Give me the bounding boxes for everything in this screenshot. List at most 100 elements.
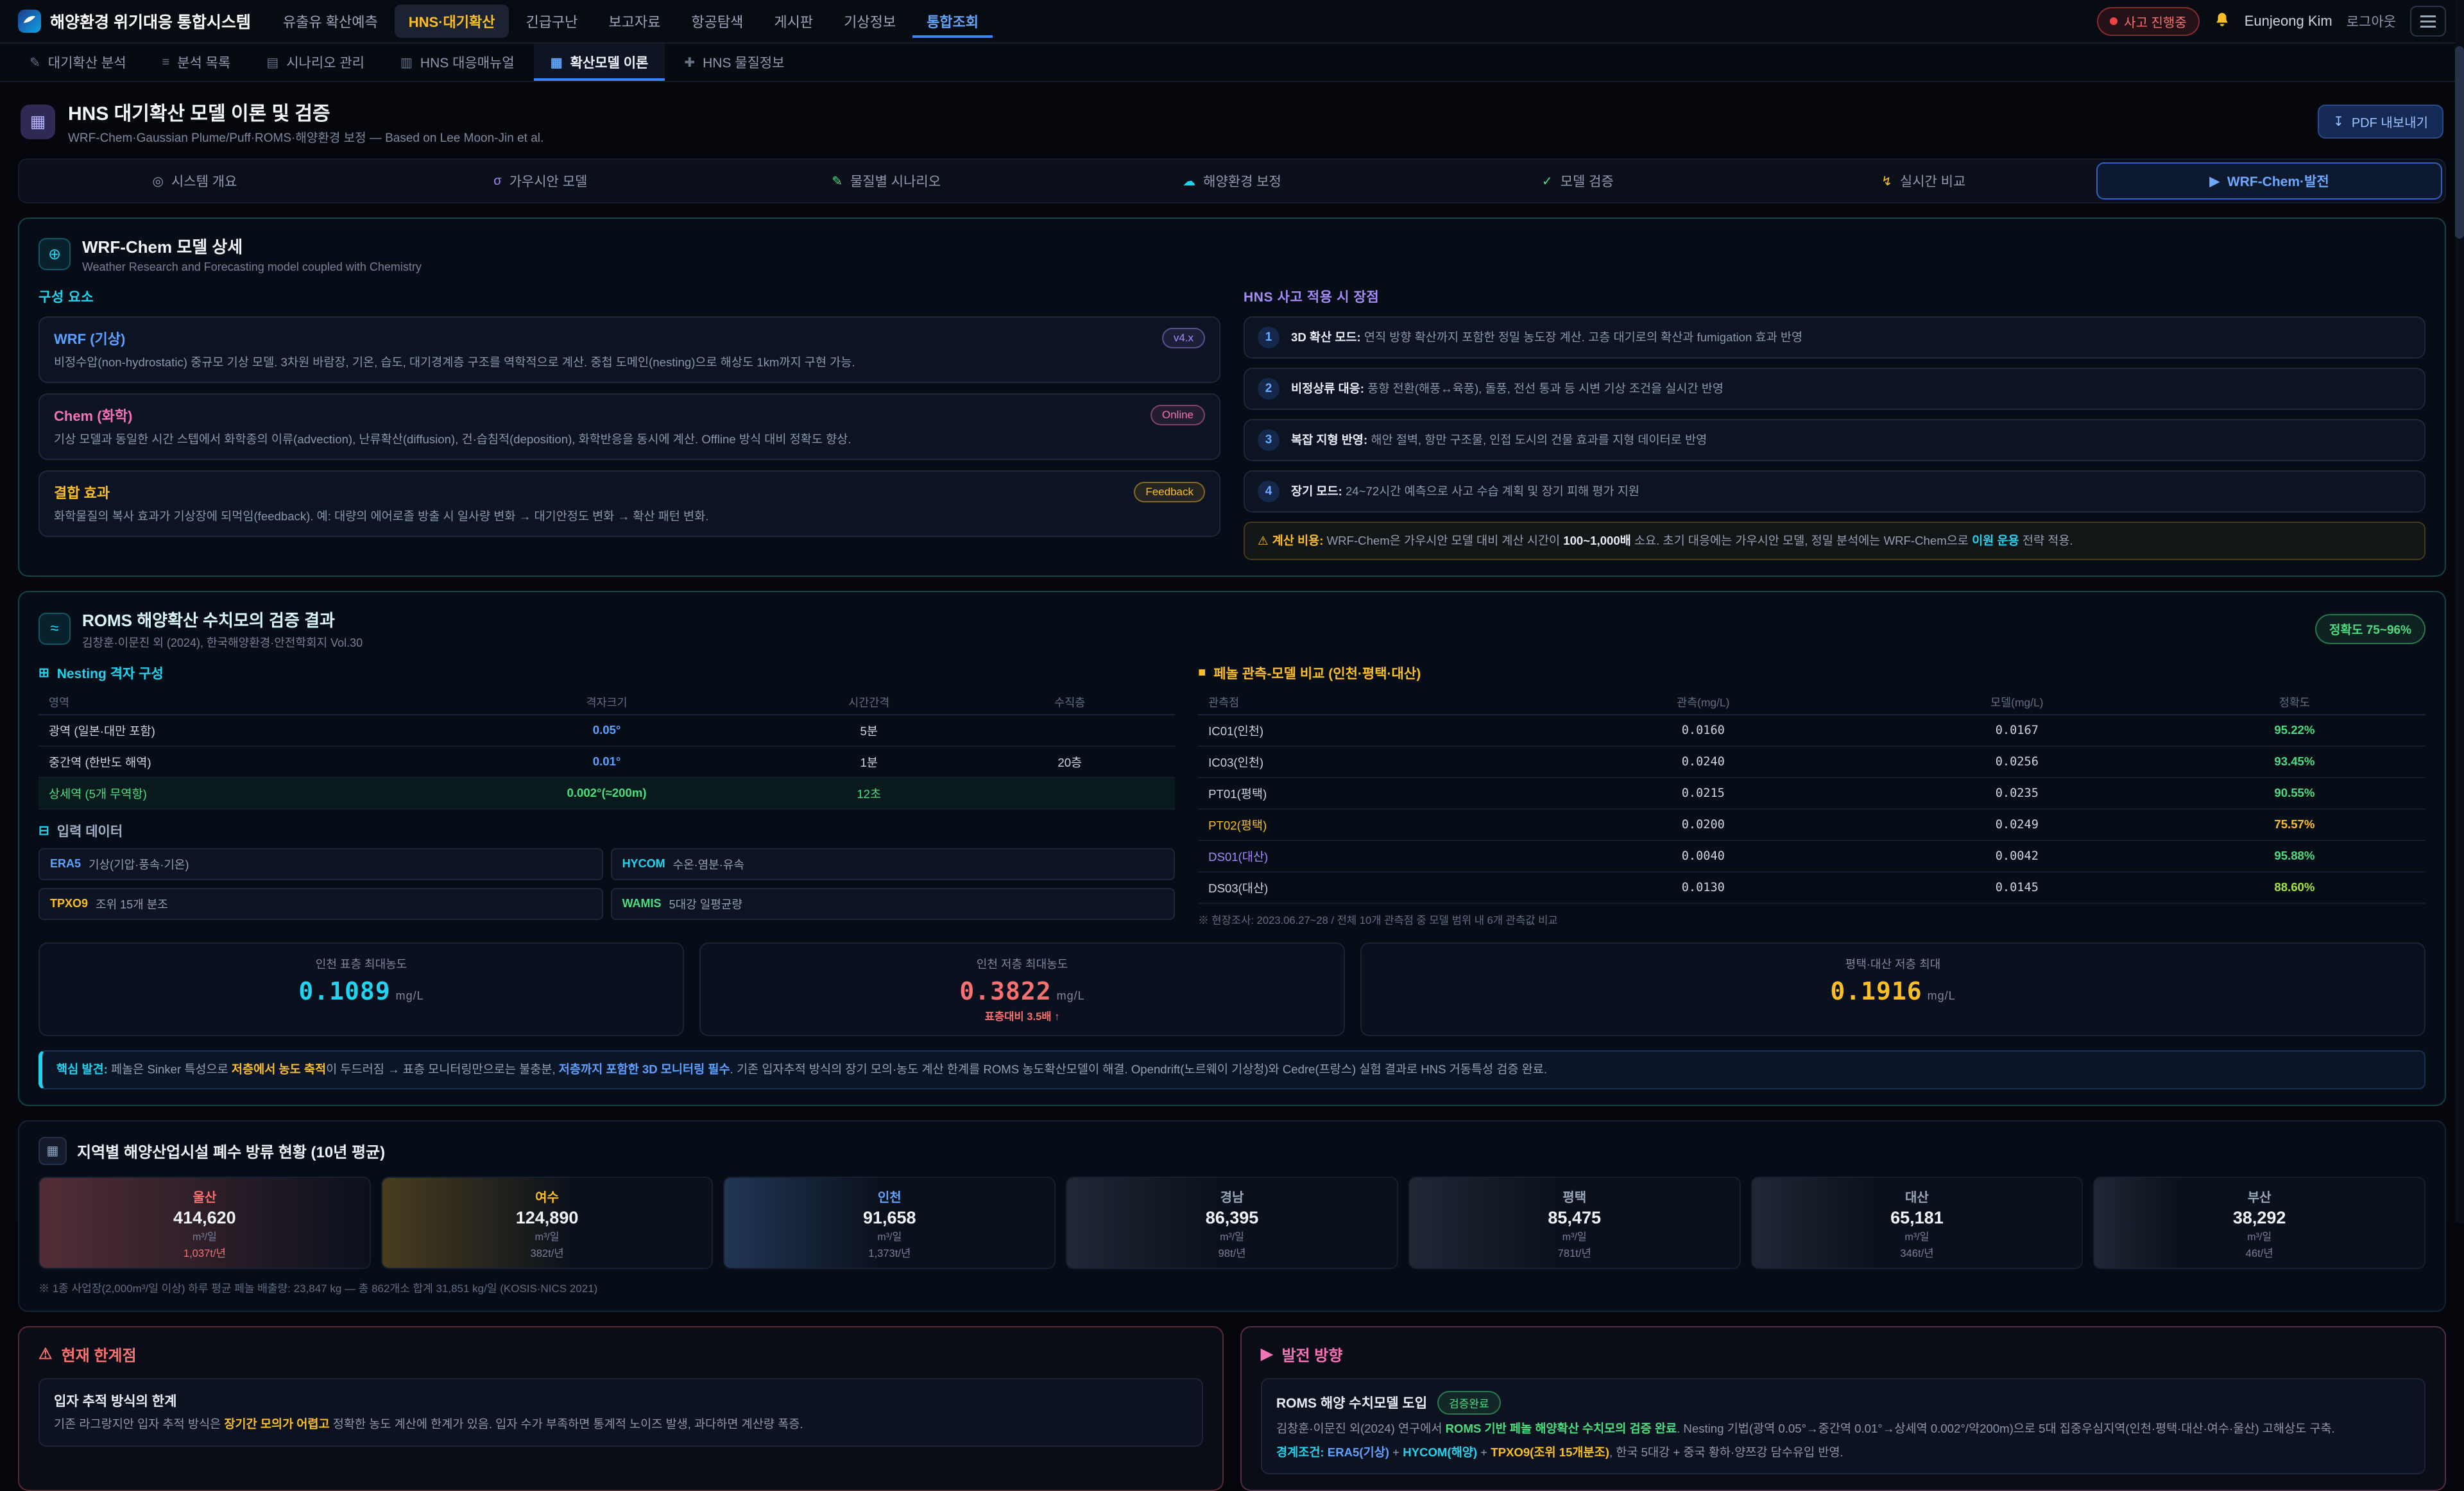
- menu-item-integrated-search[interactable]: 통합조회: [912, 4, 993, 38]
- pdf-export-button[interactable]: ↧ PDF 내보내기: [2318, 105, 2443, 139]
- globe-icon: ⊕: [38, 238, 71, 270]
- folder-icon: ▤: [266, 55, 278, 71]
- subnav-label: 분석 목록: [177, 53, 230, 72]
- warning-icon: ⚠: [38, 1345, 53, 1363]
- obs-model-column: ■ 페놀 관측-모델 비교 (인천·평택·대산) 관측점 관측(mg/L) 모델…: [1198, 663, 2426, 927]
- roms-validation-card: ≈ ROMS 해양확산 수치모의 검증 결과 김창훈·이문진 외 (2024),…: [18, 591, 2446, 1106]
- subnav-hns-substance[interactable]: ✚ HNS 물질정보: [667, 44, 801, 81]
- region-incheon: 인천 91,658 m³/일 1,373t/년: [723, 1177, 1056, 1269]
- subnav-atmo-analysis[interactable]: ✎ 대기확산 분석: [13, 44, 143, 81]
- tab-realtime-compare[interactable]: ↯ 실시간 비교: [1750, 162, 2096, 200]
- nesting-table-header: 영역 격자크기 시간간격 수직층: [38, 690, 1175, 715]
- tab-wrfchem-future[interactable]: ▶ WRF-Chem·발전: [2096, 162, 2442, 200]
- subnav-model-theory[interactable]: ▦ 확산모델 이론: [534, 44, 665, 81]
- input-hycom: HYCOM 수온·염분·유속: [611, 848, 1176, 880]
- component-wrf: WRF (기상) v4.x 비정수압(non-hydrostatic) 중규모 …: [38, 316, 1220, 383]
- tab-label: 해양환경 보정: [1203, 171, 1281, 191]
- menu-item-weather[interactable]: 기상정보: [830, 4, 910, 38]
- component-desc: 비정수압(non-hydrostatic) 중규모 기상 모델. 3차원 바람장…: [54, 354, 1205, 371]
- wrf-advantages-column: HNS 사고 적용 시 장점 1 3D 확산 모드: 연직 방향 확산까지 포함…: [1244, 287, 2426, 560]
- gaussian-icon: σ: [493, 174, 501, 189]
- tab-label: WRF-Chem·발전: [2227, 171, 2329, 191]
- advantage-number: 4: [1258, 481, 1279, 502]
- chart-icon: ▦: [551, 55, 563, 71]
- page-title: HNS 대기확산 모델 이론 및 검증: [68, 98, 543, 126]
- component-coupling: 결합 효과 Feedback 화학물질의 복사 효과가 기상장에 되먹임(fee…: [38, 470, 1220, 537]
- subnav-analysis-list[interactable]: ≡ 분석 목록: [146, 44, 248, 81]
- obs-row: DS01(대산) 0.0040 0.0042 95.88%: [1198, 841, 2426, 873]
- advantage-item: 2 비정상류 대응: 풍향 전환(해풍↔육풍), 돌풍, 전선 통과 등 시변 …: [1244, 368, 2426, 410]
- cloud-icon: ☁: [1183, 173, 1195, 189]
- tab-system-overview[interactable]: ◎ 시스템 개요: [22, 162, 368, 200]
- menu-item-reports[interactable]: 보고자료: [594, 4, 674, 38]
- bullet-icon: ■: [1198, 665, 1206, 680]
- main-content: ▦ HNS 대기확산 모델 이론 및 검증 WRF-Chem·Gaussian …: [0, 82, 2464, 1491]
- rocket-icon: ▶: [1261, 1345, 1272, 1363]
- region-ulsan: 울산 414,620 m³/일 1,037t/년: [38, 1177, 371, 1269]
- tab-marine-correction[interactable]: ☁ 해양환경 보정: [1059, 162, 1405, 200]
- input-data-grid: ERA5 기상(기압·풍속·기온) HYCOM 수온·염분·유속 TPXO9 조…: [38, 848, 1175, 920]
- subnav-label: HNS 대응매뉴얼: [420, 53, 515, 72]
- notification-bell-icon[interactable]: [2214, 10, 2230, 33]
- subnav-scenario-mgmt[interactable]: ▤ 시나리오 관리: [250, 44, 381, 81]
- advantage-text: 연직 방향 확산까지 포함한 정밀 농도장 계산. 고층 대기로의 확산과 fu…: [1361, 330, 1802, 344]
- input-tpxo9: TPXO9 조위 15개 분조: [38, 888, 603, 920]
- nesting-row: 중간역 (한반도 해역) 0.01° 1분 20층: [38, 747, 1175, 778]
- scrollbar-track[interactable]: [2455, 0, 2464, 1223]
- advantage-item: 4 장기 모드: 24~72시간 예측으로 사고 수습 계획 및 장기 피해 평…: [1244, 470, 2426, 513]
- metric-comparison: 표층대비 3.5배 ↑: [712, 1008, 1332, 1023]
- obs-row: IC03(인천) 0.0240 0.0256 93.45%: [1198, 747, 2426, 778]
- roms-header: ≈ ROMS 해양확산 수치모의 검증 결과 김창훈·이문진 외 (2024),…: [38, 608, 2426, 651]
- future-direction-card: ▶ 발전 방향 ROMS 해양 수치모델 도입 검증완료 김창훈·이문진 외(2…: [1240, 1326, 2446, 1491]
- particle-tracking-limit: 입자 추적 방식의 한계 기존 라그랑지안 입자 추적 방식은 장기간 모의가 …: [38, 1378, 1203, 1447]
- brand: 해양환경 위기대응 통합시스템: [18, 10, 251, 33]
- system-icon: ◎: [152, 173, 163, 189]
- tab-label: 모델 검증: [1561, 171, 1614, 191]
- compute-cost-warning: ⚠계산 비용: WRF-Chem은 가우시안 모델 대비 계산 시간이 100~…: [1244, 522, 2426, 560]
- menu-toggle-icon[interactable]: [2410, 6, 2446, 37]
- obs-table-header: 관측점 관측(mg/L) 모델(mg/L) 정확도: [1198, 690, 2426, 715]
- main-menu: 유출유 확산예측 HNS·대기확산 긴급구난 보고자료 항공탐색 게시판 기상정…: [269, 4, 993, 38]
- user-name[interactable]: Eunjeong Kim: [2245, 13, 2332, 30]
- regional-title: 지역별 해양산업시설 폐수 방류 현황 (10년 평균): [77, 1139, 385, 1162]
- menu-item-aerial-search[interactable]: 항공탐색: [677, 4, 757, 38]
- component-name: Chem (화학): [54, 405, 132, 425]
- tab-gaussian-model[interactable]: σ 가우시안 모델: [368, 162, 714, 200]
- warning-label: 계산 비용:: [1272, 534, 1324, 547]
- book-icon: ▥: [400, 55, 413, 71]
- key-finding-note: 핵심 발견: 페놀은 Sinker 특성으로 저층에서 농도 축적이 두드러짐 …: [38, 1050, 2426, 1089]
- sub-navbar: ✎ 대기확산 분석 ≡ 분석 목록 ▤ 시나리오 관리 ▥ HNS 대응매뉴얼 …: [0, 44, 2464, 82]
- subnav-hns-manual[interactable]: ▥ HNS 대응매뉴얼: [384, 44, 531, 81]
- scrollbar-thumb[interactable]: [2455, 46, 2464, 239]
- tab-model-validation[interactable]: ✓ 모델 검증: [1405, 162, 1750, 200]
- page-subtitle: WRF-Chem·Gaussian Plume/Puff·ROMS·해양환경 보…: [68, 128, 543, 146]
- wrfchem-header: ⊕ WRF-Chem 모델 상세 Weather Research and Fo…: [38, 234, 2426, 274]
- obs-note: ※ 현장조사: 2023.06.27~28 / 전체 10개 관측점 중 모델 …: [1198, 912, 2426, 927]
- menu-item-oil-spill[interactable]: 유출유 확산예측: [269, 4, 392, 38]
- obs-title: 페놀 관측-모델 비교 (인천·평택·대산): [1213, 663, 1421, 683]
- warning-icon: ⚠: [1258, 534, 1269, 547]
- advantage-item: 3 복잡 지형 반영: 해안 절벽, 항만 구조물, 인접 도시의 건물 효과를…: [1244, 419, 2426, 461]
- download-icon: ↧: [2333, 114, 2344, 130]
- tab-label: 실시간 비교: [1900, 171, 1965, 191]
- input-wamis: WAMIS 5대강 일평균량: [611, 888, 1176, 920]
- advantage-number: 3: [1258, 429, 1279, 451]
- components-title: 구성 요소: [38, 287, 1220, 306]
- logout-button[interactable]: 로그아웃: [2347, 12, 2396, 31]
- incident-status-badge[interactable]: 사고 진행중: [2097, 7, 2200, 36]
- advantage-number: 2: [1258, 378, 1279, 400]
- menu-item-board[interactable]: 게시판: [760, 4, 827, 38]
- menu-item-hns-atmo[interactable]: HNS·대기확산: [395, 4, 509, 38]
- tab-substance-scenario[interactable]: ✎ 물질별 시나리오: [714, 162, 1059, 200]
- warning-text: 소요. 초기 대응에는 가우시안 모델, 정밀 분석에는 WRF-Chem으로: [1631, 534, 1972, 547]
- bottom-section: ⚠ 현재 한계점 입자 추적 방식의 한계 기존 라그랑지안 입자 추적 방식은…: [18, 1326, 2446, 1491]
- region-busan: 부산 38,292 m³/일 46t/년: [2093, 1177, 2426, 1269]
- tab-label: 시스템 개요: [171, 171, 237, 191]
- warning-accent: 이원 운용: [1972, 534, 2019, 547]
- pdf-export-label: PDF 내보내기: [2352, 112, 2428, 131]
- menu-item-rescue[interactable]: 긴급구난: [511, 4, 592, 38]
- content-tabs: ◎ 시스템 개요 σ 가우시안 모델 ✎ 물질별 시나리오 ☁ 해양환경 보정 …: [18, 158, 2446, 203]
- obs-row: PT02(평택) 0.0200 0.0249 75.57%: [1198, 810, 2426, 841]
- regional-footnote: ※ 1종 사업장(2,000m³/일 이상) 하루 평균 페놀 배출량: 23,…: [38, 1279, 2426, 1295]
- list-icon: ≡: [162, 55, 170, 70]
